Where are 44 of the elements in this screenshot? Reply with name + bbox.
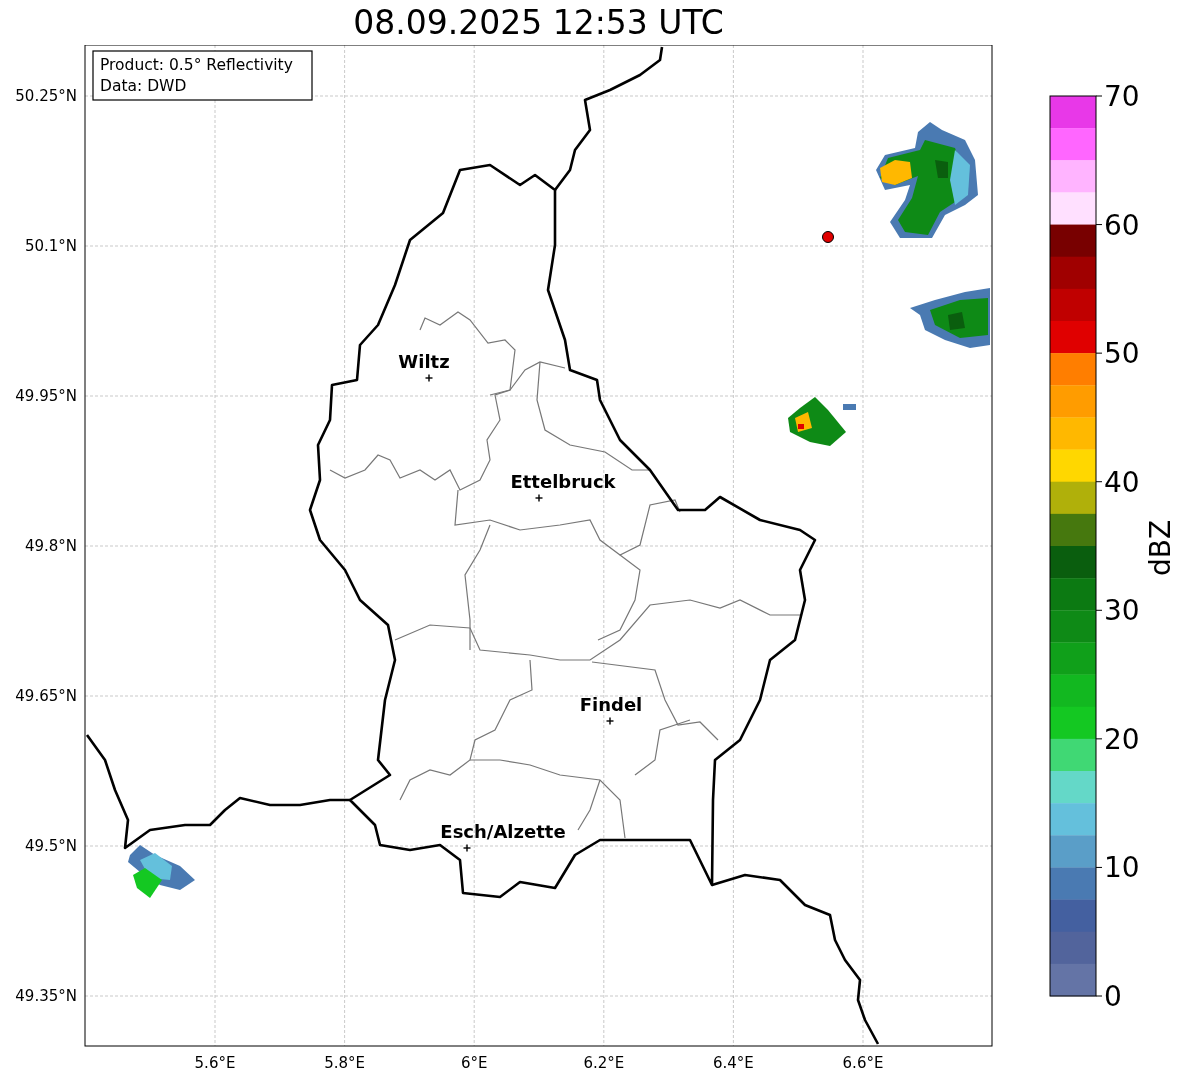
latitude-label: 49.95°N <box>15 387 77 405</box>
info-text: Product: 0.5° Reflectivity <box>100 56 293 74</box>
latitude-label: 49.5°N <box>24 837 77 855</box>
radar-echo-drawing <box>788 397 856 446</box>
longitude-label: 6.4°E <box>713 1054 754 1072</box>
longitude-label: 5.8°E <box>324 1054 365 1072</box>
longitude-label: 6°E <box>460 1054 488 1072</box>
city-label: Wiltz <box>398 351 450 372</box>
tick-mark <box>1095 95 1103 97</box>
latitude-label: 49.65°N <box>15 687 77 705</box>
latitude-label: 50.25°N <box>15 87 77 105</box>
colorbar-tick-label: 10 <box>1104 851 1140 885</box>
latitude-label: 49.35°N <box>15 987 77 1005</box>
city-marker-icon <box>534 493 544 503</box>
latitude-label: 49.8°N <box>24 537 77 555</box>
city-label: Findel <box>579 694 643 715</box>
city-label: Esch/Alzette <box>440 821 566 842</box>
colorbar-tick-label: 20 <box>1104 722 1140 756</box>
city-marker-icon <box>462 843 472 853</box>
longitude-label: 6.6°E <box>842 1054 884 1072</box>
longitude-label: 6.2°E <box>583 1054 625 1072</box>
tick-mark <box>1095 738 1103 740</box>
colorbar-tick-label: 0 <box>1104 980 1122 1013</box>
tick-mark <box>1095 866 1103 868</box>
radar-site-marker <box>822 231 834 243</box>
colorbar-tick-label: 70 <box>1104 80 1140 113</box>
tick-mark <box>1095 995 1103 997</box>
info-text: Data: DWD <box>100 77 187 95</box>
city-label: Ettelbruck <box>510 471 616 492</box>
colorbar-label: dBZ <box>1144 519 1177 577</box>
colorbar-tick-label: 30 <box>1104 594 1140 628</box>
latitude-label: 50.1°N <box>24 237 77 255</box>
map-title: 08.09.2025 12:53 UTC <box>353 2 724 44</box>
tick-mark <box>1095 609 1103 611</box>
radar-echo-drawing <box>128 845 195 898</box>
colorbar-tick-label: 50 <box>1104 337 1140 371</box>
colorbar-tick-label: 40 <box>1104 465 1140 499</box>
longitude-label: 5.6°E <box>194 1054 236 1072</box>
city-marker-icon <box>424 373 434 383</box>
tick-mark <box>1095 352 1103 354</box>
tick-mark <box>1095 224 1103 226</box>
city-marker-icon <box>605 716 615 726</box>
tick-mark <box>1095 481 1103 483</box>
colorbar-tick-label: 60 <box>1104 208 1140 242</box>
